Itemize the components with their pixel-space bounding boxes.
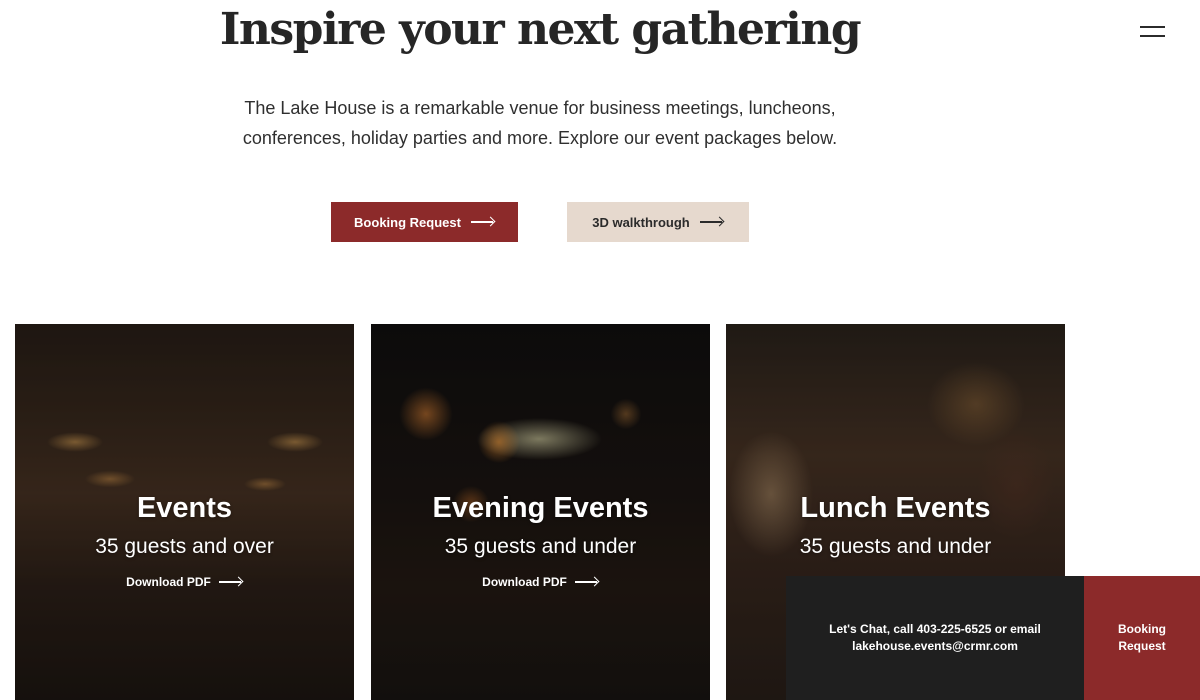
arrow-right-icon: [699, 217, 724, 227]
booking-request-label: Booking Request: [354, 214, 461, 230]
card-subtitle: 35 guests and over: [95, 535, 274, 558]
menu-line: [1140, 26, 1165, 28]
card-title: Lunch Events: [800, 492, 991, 524]
intro-text: The Lake House is a remarkable venue for…: [242, 98, 838, 148]
page-title: Inspire your next gathering: [219, 4, 862, 55]
evening-events-card[interactable]: Evening Events 35 guests and under Downl…: [371, 324, 710, 700]
card-subtitle: 35 guests and under: [799, 535, 992, 558]
hamburger-menu-icon[interactable]: [1134, 22, 1170, 44]
sticky-booking-request-button[interactable]: Booking Request: [1084, 576, 1200, 700]
chat-text: Let's Chat, call 403-225-6525 or email l…: [829, 622, 1041, 653]
card-subtitle: 35 guests and under: [444, 535, 637, 558]
contact-chat-bar[interactable]: Let's Chat, call 403-225-6525 or email l…: [786, 576, 1084, 700]
download-pdf-label: Download PDF: [126, 575, 211, 589]
events-card[interactable]: Events 35 guests and over Download PDF: [15, 324, 354, 700]
sticky-booking-label: Booking Request: [1118, 622, 1166, 653]
arrow-right-icon: [470, 217, 495, 227]
download-pdf-label: Download PDF: [482, 575, 567, 589]
menu-line: [1140, 35, 1165, 37]
arrow-right-icon: [574, 577, 599, 587]
download-pdf-link[interactable]: Download PDF: [126, 575, 243, 589]
arrow-right-icon: [218, 577, 243, 587]
download-pdf-link[interactable]: Download PDF: [482, 575, 599, 589]
card-title: Evening Events: [432, 492, 649, 524]
booking-request-button[interactable]: Booking Request: [331, 202, 518, 242]
card-title: Events: [136, 492, 233, 524]
3d-walkthrough-button[interactable]: 3D walkthrough: [567, 202, 749, 242]
3d-walkthrough-label: 3D walkthrough: [592, 214, 690, 230]
